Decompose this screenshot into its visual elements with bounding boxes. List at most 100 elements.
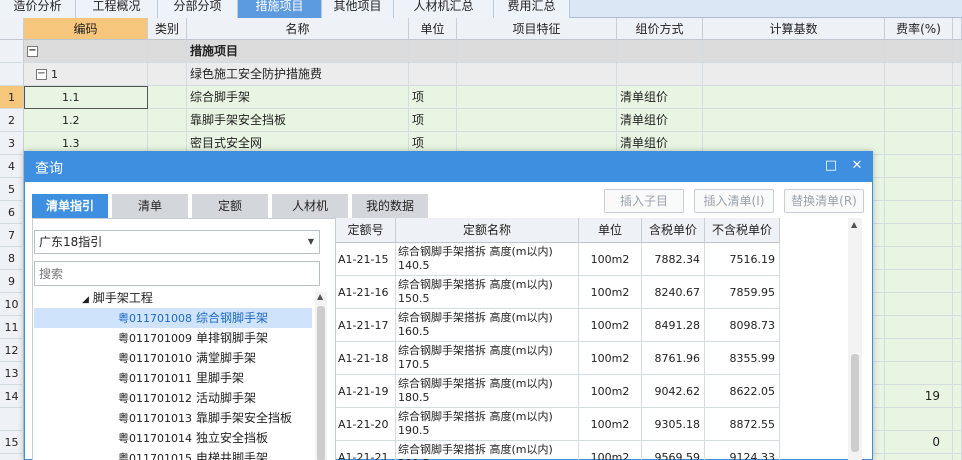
replace-list-button[interactable]: 替换清单(R) — [784, 189, 864, 213]
cell-calc[interactable] — [703, 63, 885, 86]
cell-extra[interactable] — [953, 385, 962, 408]
cell-rate[interactable] — [885, 270, 953, 293]
row-number[interactable]: 4 — [0, 155, 24, 178]
cell-rate[interactable] — [885, 293, 953, 316]
row-number[interactable]: 13 — [0, 362, 24, 385]
cell-extra[interactable] — [953, 270, 962, 293]
cell-rate[interactable] — [885, 86, 953, 109]
col-header-code[interactable]: 编码 — [24, 18, 148, 40]
cell-rate[interactable] — [885, 224, 953, 247]
cell-rate[interactable] — [885, 132, 953, 155]
cell-rate[interactable] — [885, 408, 953, 431]
region-select[interactable]: 广东18指引 ▼ — [34, 230, 320, 254]
cell-rate[interactable] — [885, 201, 953, 224]
collapse-icon[interactable]: − — [27, 46, 38, 57]
col-header-name[interactable]: 名称 — [187, 18, 409, 40]
cell-method[interactable] — [617, 40, 703, 63]
cell-category[interactable] — [148, 109, 187, 132]
row-number[interactable] — [0, 40, 24, 63]
row-number[interactable]: 12 — [0, 339, 24, 362]
quota-header-unit[interactable]: 单位 — [579, 218, 642, 243]
cell-rate[interactable]: 0 — [885, 431, 953, 454]
quota-row[interactable]: A1-21-19 综合钢脚手架搭拆 高度(m以内) 180.5 100m2 9042.… — [336, 375, 780, 408]
cell-extra[interactable] — [953, 247, 962, 270]
cell-extra[interactable] — [953, 201, 962, 224]
scroll-up-icon[interactable]: ▲ — [851, 220, 857, 229]
cell-category[interactable] — [148, 40, 187, 63]
cell-unit[interactable] — [409, 63, 457, 86]
tab-sub-items[interactable]: 分部分项 — [158, 0, 238, 18]
cell-method[interactable] — [617, 63, 703, 86]
cell-feature[interactable] — [457, 109, 617, 132]
quota-header-name[interactable]: 定额名称 — [396, 218, 579, 243]
tree-item[interactable]: 粤011701008 综合钢脚手架 — [34, 308, 312, 328]
cell-rate[interactable] — [885, 155, 953, 178]
tab-measures[interactable]: 措施项目 — [238, 0, 322, 18]
col-header-category[interactable]: 类别 — [148, 18, 187, 40]
quota-row[interactable]: A1-21-18 综合钢脚手架搭拆 高度(m以内) 170.5 100m2 8761.… — [336, 342, 780, 375]
cell-unit[interactable]: 项 — [409, 109, 457, 132]
tab-project-overview[interactable]: 工程概况 — [76, 0, 158, 18]
quota-row[interactable]: A1-21-17 综合钢脚手架搭拆 高度(m以内) 160.5 100m2 8491.… — [336, 309, 780, 342]
cell-feature[interactable] — [457, 86, 617, 109]
cell-unit[interactable]: 项 — [409, 86, 457, 109]
table-row[interactable]: 2 1.2 靠脚手架安全挡板项 清单组价 — [0, 109, 962, 132]
cell-rate[interactable] — [885, 63, 953, 86]
cell-name[interactable]: 绿色施工安全防护措施费 — [187, 63, 409, 86]
cell-name[interactable]: 综合脚手架 — [187, 86, 409, 109]
tree-item[interactable]: 粤011701009 单排钢脚手架 — [34, 328, 312, 348]
tree-item[interactable]: 粤011701013 靠脚手架安全挡板 — [34, 408, 312, 428]
cell-category[interactable] — [148, 86, 187, 109]
cell-extra[interactable] — [953, 109, 962, 132]
quota-header-tax-price[interactable]: 含税单价 — [642, 218, 705, 243]
dialog-tab-list[interactable]: 清单 — [112, 194, 188, 218]
insert-list-button[interactable]: 插入清单(I) — [694, 189, 774, 213]
row-number[interactable]: 5 — [0, 178, 24, 201]
cell-code[interactable]: −1 — [24, 63, 148, 86]
tab-labor-material-summary[interactable]: 人材机汇总 — [394, 0, 494, 18]
cell-rate[interactable] — [885, 316, 953, 339]
search-box[interactable] — [34, 261, 320, 286]
restore-icon[interactable]: □ — [823, 158, 839, 174]
col-header-feature[interactable]: 项目特征 — [457, 18, 617, 40]
quota-scroll-thumb[interactable] — [851, 354, 859, 452]
dialog-title-bar[interactable]: 查询 □ ✕ — [25, 152, 872, 182]
insert-child-button[interactable]: 插入子目 — [604, 189, 684, 213]
collapse-triangle-icon[interactable]: ◢ — [82, 295, 89, 305]
cell-code[interactable]: − — [24, 40, 148, 63]
close-icon[interactable]: ✕ — [849, 158, 865, 174]
row-number[interactable]: 6 — [0, 201, 24, 224]
col-header-calc-base[interactable]: 计算基数 — [703, 18, 885, 40]
cell-extra[interactable] — [953, 431, 962, 454]
row-number[interactable]: 16 — [0, 454, 24, 460]
cell-rate[interactable] — [885, 362, 953, 385]
cell-method[interactable]: 清单组价 — [617, 109, 703, 132]
collapse-icon[interactable]: − — [36, 69, 47, 80]
quota-row[interactable]: A1-21-21综合钢脚手架搭拆 高度(m以内) 200.5100m29569.… — [336, 441, 780, 460]
tree-scroll-thumb[interactable] — [317, 306, 325, 460]
tab-other-items[interactable]: 其他项目 — [322, 0, 394, 18]
tree-node-scaffold-works[interactable]: ◢ 脚手架工程 — [34, 288, 312, 308]
cell-calc[interactable] — [703, 86, 885, 109]
cell-method[interactable]: 清单组价 — [617, 86, 703, 109]
table-row[interactable]: − 措施项目 — [0, 40, 962, 63]
cell-rate[interactable] — [885, 339, 953, 362]
cell-extra[interactable] — [953, 86, 962, 109]
table-row[interactable]: 1 1.1 综合脚手架项 清单组价 — [0, 86, 962, 109]
cell-extra[interactable] — [953, 178, 962, 201]
cell-code[interactable]: 1.2 — [24, 109, 148, 132]
cell-code[interactable]: 1.1 — [24, 86, 148, 109]
row-number[interactable]: 7 — [0, 224, 24, 247]
cell-name[interactable]: 靠脚手架安全挡板 — [187, 109, 409, 132]
quota-scrollbar[interactable]: ▲ — [848, 218, 862, 460]
quota-row[interactable]: A1-21-20 综合钢脚手架搭拆 高度(m以内) 190.5 100m2 9305.… — [336, 408, 780, 441]
cell-calc[interactable] — [703, 109, 885, 132]
cell-rate[interactable] — [885, 247, 953, 270]
col-header-rate[interactable]: 费率(%) — [885, 18, 953, 40]
cell-rate[interactable] — [885, 454, 953, 460]
row-number[interactable]: 3 — [0, 132, 24, 155]
dialog-tab-my-data[interactable]: 我的数据 — [352, 194, 428, 218]
tab-cost-analysis[interactable]: 造价分析 — [0, 0, 76, 18]
quota-row[interactable]: A1-21-16 综合钢脚手架搭拆 高度(m以内) 150.5 100m2 8240.… — [336, 276, 780, 309]
cell-extra[interactable] — [953, 339, 962, 362]
